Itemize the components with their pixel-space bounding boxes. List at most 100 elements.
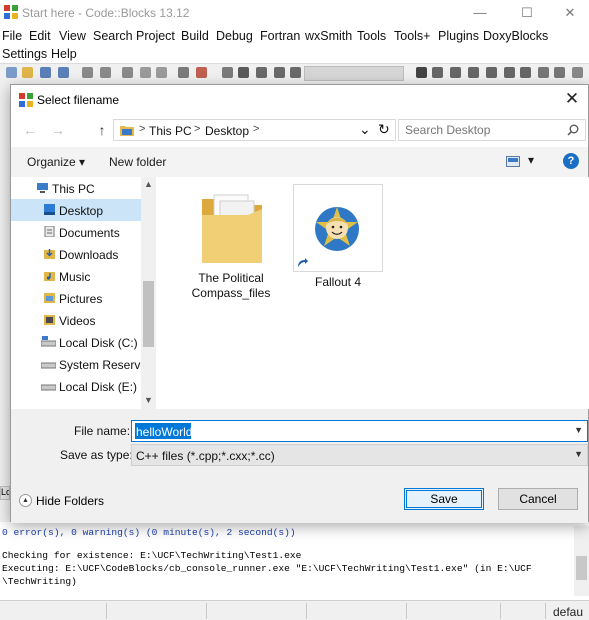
- next-instruction-icon[interactable]: [504, 67, 515, 78]
- view-options-icon[interactable]: [506, 156, 520, 167]
- log-scrollbar[interactable]: [574, 526, 589, 596]
- tree-label: Music: [59, 270, 91, 284]
- chevron-right-icon: >: [139, 123, 146, 135]
- help-icon[interactable]: ?: [563, 153, 579, 169]
- run-icon[interactable]: [238, 67, 249, 78]
- tree-item-pictures[interactable]: Pictures: [11, 287, 141, 309]
- file-item-shortcut[interactable]: Fallout 4: [293, 184, 383, 289]
- scroll-down-icon[interactable]: ▼: [144, 395, 153, 405]
- replace-icon[interactable]: [196, 67, 207, 78]
- save-all-icon[interactable]: [58, 67, 69, 78]
- computer-icon: [37, 183, 48, 193]
- save-as-type-select[interactable]: C++ files (*.cpp;*.cxx;*.cc) ▼: [131, 444, 588, 466]
- menu-build[interactable]: Build: [181, 29, 209, 43]
- chevron-down-icon[interactable]: ▼: [574, 425, 583, 435]
- forward-button[interactable]: →: [49, 121, 67, 139]
- menu-file[interactable]: File: [2, 29, 22, 43]
- refresh-button[interactable]: ↻: [378, 121, 390, 138]
- tree-item-local-disk-e[interactable]: Local Disk (E:): [11, 375, 141, 397]
- abort-icon[interactable]: [290, 67, 301, 78]
- debug-run-icon[interactable]: [416, 67, 427, 78]
- new-folder-button[interactable]: New folder: [109, 155, 166, 169]
- address-dropdown-button[interactable]: ⌄: [359, 121, 371, 138]
- tree-item-this-pc[interactable]: This PC: [11, 177, 141, 199]
- tree-item-local-disk-c[interactable]: Local Disk (C:): [11, 331, 141, 353]
- window-close-button[interactable]: ✕: [550, 3, 589, 23]
- rebuild-icon[interactable]: [274, 67, 285, 78]
- cut-icon[interactable]: [122, 67, 133, 78]
- redo-icon[interactable]: [100, 67, 111, 78]
- menu-settings[interactable]: Settings: [2, 47, 47, 61]
- menu-help[interactable]: Help: [51, 47, 77, 61]
- dialog-close-button[interactable]: ✕: [562, 89, 582, 109]
- organize-button[interactable]: Organize ▾: [27, 155, 85, 169]
- menu-doxyblocks[interactable]: DoxyBlocks: [483, 29, 548, 43]
- next-line-icon[interactable]: [450, 67, 461, 78]
- logs-dock-tab[interactable]: Lo: [0, 486, 10, 500]
- copy-icon[interactable]: [140, 67, 151, 78]
- view-dropdown-button[interactable]: ▾: [528, 153, 534, 167]
- run-to-cursor-icon[interactable]: [432, 67, 443, 78]
- menu-edit[interactable]: Edit: [29, 29, 51, 43]
- tree-item-documents[interactable]: Documents: [11, 221, 141, 243]
- cancel-button[interactable]: Cancel: [498, 488, 578, 510]
- step-instruction-icon[interactable]: [520, 67, 531, 78]
- chevron-up-icon: ▲: [19, 494, 32, 507]
- navigation-pane-scroll-thumb[interactable]: [143, 281, 154, 347]
- save-form: File name: helloWorld ▼ Save as type: C+…: [11, 409, 588, 523]
- step-out-icon[interactable]: [486, 67, 497, 78]
- settings-gear-icon[interactable]: [222, 67, 233, 78]
- address-bar[interactable]: > This PC > Desktop > ⌄ ↻: [113, 119, 396, 141]
- file-item-folder[interactable]: The Political Compass_files: [186, 185, 276, 300]
- chevron-down-icon[interactable]: ▼: [574, 449, 583, 459]
- file-name-field[interactable]: helloWorld ▼: [131, 420, 588, 442]
- open-icon[interactable]: [22, 67, 33, 78]
- save-icon[interactable]: [40, 67, 51, 78]
- maximize-button[interactable]: ☐: [507, 3, 547, 23]
- log-scroll-thumb[interactable]: [576, 556, 587, 580]
- breadcrumb-this-pc[interactable]: This PC: [149, 124, 192, 138]
- navigation-pane-scrollbar[interactable]: ▲ ▼: [141, 177, 156, 409]
- up-button[interactable]: ↑: [93, 121, 111, 139]
- log-line: Executing: E:\UCF\CodeBlocks/cb_console_…: [2, 563, 532, 574]
- status-divider: [306, 603, 307, 619]
- menu-search[interactable]: Search: [93, 29, 133, 43]
- search-icon[interactable]: [567, 124, 579, 136]
- menu-fortran[interactable]: Fortran: [260, 29, 300, 43]
- search-input[interactable]: [405, 123, 555, 137]
- menu-project[interactable]: Project: [136, 29, 175, 43]
- menu-plugins[interactable]: Plugins: [438, 29, 479, 43]
- tree-item-system-reserved[interactable]: System Reserved: [11, 353, 154, 375]
- drive-icon: [41, 384, 56, 391]
- new-file-icon[interactable]: [6, 67, 17, 78]
- save-button[interactable]: Save: [404, 488, 484, 510]
- find-icon[interactable]: [178, 67, 189, 78]
- menu-debug[interactable]: Debug: [216, 29, 253, 43]
- menu-tools-plus[interactable]: Tools+: [394, 29, 430, 43]
- menu-wxsmith[interactable]: wxSmith: [305, 29, 352, 43]
- debug-windows-icon[interactable]: [572, 67, 583, 78]
- navigation-pane: This PC Desktop Documents Downloads Musi…: [11, 177, 156, 409]
- paste-icon[interactable]: [156, 67, 167, 78]
- stop-debug-icon[interactable]: [554, 67, 565, 78]
- build-run-icon[interactable]: [256, 67, 267, 78]
- tree-item-music[interactable]: Music: [11, 265, 141, 287]
- music-icon: [44, 272, 55, 281]
- tree-item-downloads[interactable]: Downloads: [11, 243, 141, 265]
- breadcrumb-desktop[interactable]: Desktop: [205, 124, 249, 138]
- pause-icon[interactable]: [538, 67, 549, 78]
- menu-tools[interactable]: Tools: [357, 29, 386, 43]
- scroll-up-icon[interactable]: ▲: [144, 179, 153, 189]
- tree-item-videos[interactable]: Videos: [11, 309, 141, 331]
- back-button[interactable]: ←: [21, 121, 39, 139]
- tree-item-desktop[interactable]: Desktop: [11, 199, 141, 221]
- step-into-icon[interactable]: [468, 67, 479, 78]
- build-target-combo[interactable]: [304, 66, 404, 81]
- undo-icon[interactable]: [82, 67, 93, 78]
- file-name-input[interactable]: helloWorld: [136, 425, 192, 439]
- menu-view[interactable]: View: [59, 29, 86, 43]
- tree-label: System Reserved: [59, 358, 154, 372]
- minimize-button[interactable]: —: [460, 3, 500, 23]
- search-box[interactable]: [398, 119, 586, 141]
- downloads-icon: [44, 249, 55, 259]
